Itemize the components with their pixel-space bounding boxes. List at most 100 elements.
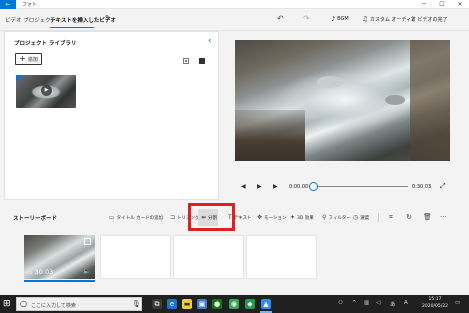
taskbar-search-box[interactable]: ○ ここに入力して検索 🎙 xyxy=(16,297,142,311)
line-app-icon[interactable]: ◆ xyxy=(245,299,255,309)
split-highlight-box xyxy=(188,203,235,231)
photos-app-icon[interactable]: ▲ xyxy=(261,299,271,309)
library-title: プロジェクト ライブラリ xyxy=(14,41,77,47)
redo-icon: ↷ xyxy=(303,14,310,23)
export-icon: ⇪ xyxy=(410,15,416,23)
clock-time: 15:17 xyxy=(428,297,442,302)
selected-corner-marker xyxy=(16,75,23,82)
bgm-label: BGM xyxy=(337,16,349,22)
add-media-button[interactable]: + 追加 xyxy=(15,53,42,65)
music-note-icon: ♪ xyxy=(331,15,336,23)
play-icon: ▶ xyxy=(41,85,52,96)
task-view-icon[interactable]: ⧉ xyxy=(152,299,162,309)
add-title-card-label: タイトル カードの追加 xyxy=(116,215,164,221)
storyboard-title: ストーリーボード xyxy=(13,216,58,222)
next-frame-icon[interactable]: ▶ xyxy=(273,183,278,190)
3d-effects-button[interactable]: ✦ 3D 効果 xyxy=(290,214,314,221)
bgm-button[interactable]: ♪ BGM xyxy=(331,15,349,23)
rename-pencil-icon[interactable]: ✎ xyxy=(105,14,111,22)
more-options-icon[interactable]: ··· xyxy=(440,213,447,221)
active-app-indicator xyxy=(260,311,272,313)
ime-mode-icon[interactable]: A xyxy=(404,300,408,306)
title-bar: ← フォト ─ ☐ ✕ xyxy=(0,0,469,9)
previous-frame-icon[interactable]: ◀ xyxy=(241,183,246,190)
grid-view-icon[interactable] xyxy=(183,58,189,64)
search-placeholder: ここに入力して検索 xyxy=(31,303,76,309)
add-title-card-button[interactable]: ▭ タイトル カードの追加 xyxy=(109,214,163,221)
notifications-icon[interactable]: ▭ xyxy=(455,300,460,306)
text-label: テキスト xyxy=(233,215,252,221)
custom-audio-button[interactable]: ♫ カスタム オーディオ xyxy=(362,15,416,23)
empty-storyboard-slot xyxy=(173,235,244,279)
filter-label: フィルター xyxy=(328,215,351,221)
speaker-icon[interactable]: ◁ xyxy=(376,300,380,306)
delete-icon[interactable]: 🗑 xyxy=(423,213,432,221)
people-icon[interactable]: ⚇ xyxy=(338,300,343,306)
add-label: 追加 xyxy=(27,56,38,63)
filter-icon: ⚲ xyxy=(322,214,327,221)
play-icon[interactable]: ▶ xyxy=(257,183,262,190)
breadcrumb-video-projects[interactable]: ビデオ プロジェクト xyxy=(5,16,56,24)
store-icon[interactable]: ▣ xyxy=(197,299,207,309)
plus-icon: + xyxy=(19,54,26,63)
resize-icon[interactable]: ⌗ xyxy=(389,213,393,222)
minimize-button[interactable]: ─ xyxy=(415,0,433,9)
3d-effects-icon: ✦ xyxy=(290,214,296,221)
ime-icon[interactable]: あ xyxy=(390,300,396,308)
large-view-icon[interactable] xyxy=(199,58,205,64)
3d-effects-label: 3D 効果 xyxy=(297,215,314,221)
undo-icon[interactable]: ↶ xyxy=(277,14,284,23)
close-button[interactable]: ✕ xyxy=(451,0,469,9)
motion-icon: ✥ xyxy=(257,214,263,221)
empty-storyboard-slot xyxy=(100,235,171,279)
total-time: 0:30.03 xyxy=(412,184,432,190)
breadcrumb-underline xyxy=(50,27,94,28)
seek-thumb[interactable] xyxy=(309,182,318,191)
clip-duration-text: 30.03 xyxy=(34,268,54,276)
speed-label: 速度 xyxy=(360,215,370,221)
clip-selection-bar xyxy=(24,280,95,282)
spotify-icon[interactable]: ● xyxy=(212,299,222,309)
file-explorer-icon[interactable]: ▬ xyxy=(182,299,192,309)
current-time: 0:00.00 xyxy=(289,184,309,190)
clip-checkbox[interactable] xyxy=(84,238,91,245)
show-hidden-icons-chevron-icon[interactable]: ^ xyxy=(352,300,357,306)
maximize-button[interactable]: ☐ xyxy=(433,0,451,9)
motion-button[interactable]: ✥ モーション xyxy=(257,214,286,221)
windows-start-icon[interactable]: ⊞ xyxy=(3,299,11,309)
finish-video-button[interactable]: ⇪ ビデオの完了 xyxy=(410,15,447,23)
preview-riverbank xyxy=(235,110,305,161)
fullscreen-icon[interactable]: ⤢ xyxy=(440,182,446,191)
preview-rock xyxy=(385,95,405,105)
speed-button[interactable]: ◷ 速度 xyxy=(353,214,369,221)
trim-icon: ⊐ xyxy=(170,214,176,221)
chrome-icon[interactable]: ◉ xyxy=(229,299,239,309)
storyboard-clip[interactable]: ▭ 30.03 🔈 xyxy=(24,235,95,279)
taskbar-clock[interactable]: 15:17 2020/05/22 xyxy=(420,296,450,310)
finish-video-label: ビデオの完了 xyxy=(417,16,448,23)
window-controls: ─ ☐ ✕ xyxy=(415,0,469,9)
filter-button[interactable]: ⚲ フィルター xyxy=(322,214,351,221)
network-icon[interactable]: ▥ xyxy=(364,300,369,306)
video-preview xyxy=(235,40,450,161)
toolbar-divider xyxy=(161,213,162,222)
back-button[interactable]: ← xyxy=(0,0,16,9)
preview-riverbank xyxy=(410,40,450,161)
video-icon: ▭ xyxy=(27,268,33,276)
photos-app-window: ← フォト ─ ☐ ✕ ビデオ プロジェクト テキストを挿入したビデオ ✎ ↶ … xyxy=(0,0,469,313)
speed-icon: ◷ xyxy=(353,214,359,221)
project-library-panel: プロジェクト ライブラリ ‹ + 追加 ▶ xyxy=(4,31,219,200)
preview-rock xyxy=(317,76,343,88)
search-icon: ○ xyxy=(20,299,27,308)
motion-label: モーション xyxy=(264,215,287,221)
empty-storyboard-slot xyxy=(246,235,317,279)
library-video-thumbnail[interactable]: ▶ xyxy=(16,75,76,108)
edge-icon[interactable]: e xyxy=(167,299,177,309)
windows-taskbar: ⊞ ○ ここに入力して検索 🎙 ⧉ e ▬ ▣ ● ◉ ◆ ▲ ⚇ ^ ▥ ◁ … xyxy=(0,295,469,313)
seek-bar[interactable] xyxy=(313,186,408,187)
editor-header: ビデオ プロジェクト テキストを挿入したビデオ ✎ ↶ ↷ ♪ BGM ♫ カス… xyxy=(0,9,469,31)
microphone-icon[interactable]: 🎙 xyxy=(132,300,141,308)
rotate-icon[interactable]: ↻ xyxy=(406,213,412,221)
clock-date: 2020/05/22 xyxy=(422,304,448,309)
collapse-chevron-icon[interactable]: ‹ xyxy=(208,36,212,46)
